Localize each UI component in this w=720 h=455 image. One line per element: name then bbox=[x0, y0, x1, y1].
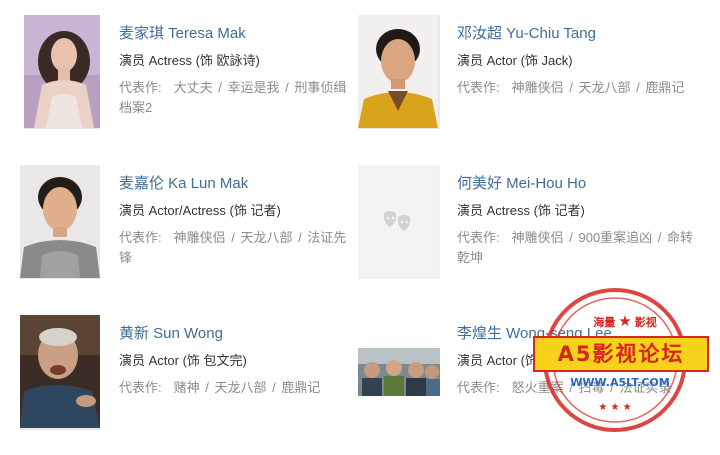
works-label: 代表作: bbox=[457, 80, 500, 95]
actor-role: 演员 Actress (饰 记者) bbox=[457, 203, 585, 218]
separator: / bbox=[214, 80, 226, 95]
actor-role: 演员 Actor (饰 Joe) bbox=[457, 353, 567, 368]
actor-photo[interactable] bbox=[358, 348, 440, 396]
works-label: 代表作: bbox=[457, 380, 500, 395]
separator: / bbox=[654, 230, 666, 245]
representative-works: 代表作: 神雕侠侣 / 天龙八部 / 鹿鼎记 bbox=[457, 78, 697, 98]
work-link[interactable]: 神雕侠侣 bbox=[174, 230, 226, 245]
separator: / bbox=[294, 230, 306, 245]
representative-works: 代表作: 大丈夫 / 幸运是我 / 刑事侦缉档案2 bbox=[119, 78, 359, 118]
separator: / bbox=[606, 380, 618, 395]
cast-info: 邓汝超 Yu-Chiu Tang 演员 Actor (饰 Jack) 代表作: 神… bbox=[457, 23, 697, 98]
separator: / bbox=[201, 380, 213, 395]
actor-name-link[interactable]: 麦嘉伦 Ka Lun Mak bbox=[119, 173, 359, 195]
work-link[interactable]: 赌神 bbox=[174, 380, 200, 395]
actor-role: 演员 Actress (饰 欧詠诗) bbox=[119, 53, 260, 68]
actor-name-link[interactable]: 李煌生 Wong-seng Lee bbox=[457, 323, 697, 345]
actor-photo[interactable] bbox=[24, 15, 100, 129]
separator: / bbox=[227, 230, 239, 245]
representative-works: 代表作: 怒火重案 / 扫毒 / 法证实录 bbox=[457, 378, 697, 398]
actor-name-link[interactable]: 何美好 Mei-Hou Ho bbox=[457, 173, 697, 195]
work-link[interactable]: 怒火重案 bbox=[512, 380, 564, 395]
actor-role: 演员 Actor (饰 包文完) bbox=[119, 353, 247, 368]
actor-photo-placeholder[interactable] bbox=[358, 165, 440, 279]
actor-photo[interactable] bbox=[20, 315, 100, 430]
cast-card: 麦家琪 Teresa Mak 演员 Actress (饰 欧詠诗) 代表作: 大丈… bbox=[20, 15, 360, 155]
separator: / bbox=[565, 380, 577, 395]
cast-card: 邓汝超 Yu-Chiu Tang 演员 Actor (饰 Jack) 代表作: 神… bbox=[358, 15, 698, 155]
work-link[interactable]: 扫毒 bbox=[578, 380, 604, 395]
work-link[interactable]: 天龙八部 bbox=[240, 230, 292, 245]
actor-role: 演员 Actor/Actress (饰 记者) bbox=[119, 203, 281, 218]
work-link[interactable]: 神雕侠侣 bbox=[512, 230, 564, 245]
work-link[interactable]: 大丈夫 bbox=[174, 80, 213, 95]
representative-works: 代表作: 赌神 / 天龙八部 / 鹿鼎记 bbox=[119, 378, 359, 398]
actor-role: 演员 Actor (饰 Jack) bbox=[457, 53, 573, 68]
work-link[interactable]: 法证实录 bbox=[619, 380, 671, 395]
actor-photo[interactable] bbox=[20, 165, 100, 279]
cast-card: 李煌生 Wong-seng Lee 演员 Actor (饰 Joe) 代表作: 怒… bbox=[358, 315, 698, 455]
works-label: 代表作: bbox=[119, 380, 162, 395]
actor-photo[interactable] bbox=[358, 15, 440, 129]
works-label: 代表作: bbox=[119, 230, 162, 245]
separator: / bbox=[268, 380, 280, 395]
works-label: 代表作: bbox=[119, 80, 162, 95]
work-link[interactable]: 神雕侠侣 bbox=[512, 80, 564, 95]
work-link[interactable]: 900重案追凶 bbox=[578, 230, 652, 245]
cast-info: 黄新 Sun Wong 演员 Actor (饰 包文完) 代表作: 赌神 / 天龙… bbox=[119, 323, 359, 398]
work-link[interactable]: 天龙八部 bbox=[214, 380, 266, 395]
cast-info: 麦家琪 Teresa Mak 演员 Actress (饰 欧詠诗) 代表作: 大丈… bbox=[119, 23, 359, 118]
actor-name-link[interactable]: 黄新 Sun Wong bbox=[119, 323, 359, 345]
actor-name-link[interactable]: 麦家琪 Teresa Mak bbox=[119, 23, 359, 45]
cast-card: 麦嘉伦 Ka Lun Mak 演员 Actor/Actress (饰 记者) 代… bbox=[20, 165, 360, 305]
representative-works: 代表作: 神雕侠侣 / 天龙八部 / 法证先锋 bbox=[119, 228, 359, 268]
work-link[interactable]: 鹿鼎记 bbox=[281, 380, 320, 395]
separator: / bbox=[281, 80, 293, 95]
actor-name-link[interactable]: 邓汝超 Yu-Chiu Tang bbox=[457, 23, 697, 45]
cast-info: 李煌生 Wong-seng Lee 演员 Actor (饰 Joe) 代表作: 怒… bbox=[457, 323, 697, 398]
work-link[interactable]: 幸运是我 bbox=[227, 80, 279, 95]
separator: / bbox=[632, 80, 644, 95]
cast-info: 麦嘉伦 Ka Lun Mak 演员 Actor/Actress (饰 记者) 代… bbox=[119, 173, 359, 268]
work-link[interactable]: 鹿鼎记 bbox=[645, 80, 684, 95]
theater-masks-icon bbox=[358, 165, 438, 278]
separator: / bbox=[565, 230, 577, 245]
representative-works: 代表作: 神雕侠侣 / 900重案追凶 / 命转乾坤 bbox=[457, 228, 697, 268]
cast-card: 黄新 Sun Wong 演员 Actor (饰 包文完) 代表作: 赌神 / 天龙… bbox=[20, 315, 360, 455]
cast-card: 何美好 Mei-Hou Ho 演员 Actress (饰 记者) 代表作: 神雕侠… bbox=[358, 165, 698, 305]
work-link[interactable]: 天龙八部 bbox=[578, 80, 630, 95]
separator: / bbox=[565, 80, 577, 95]
cast-info: 何美好 Mei-Hou Ho 演员 Actress (饰 记者) 代表作: 神雕侠… bbox=[457, 173, 697, 268]
works-label: 代表作: bbox=[457, 230, 500, 245]
